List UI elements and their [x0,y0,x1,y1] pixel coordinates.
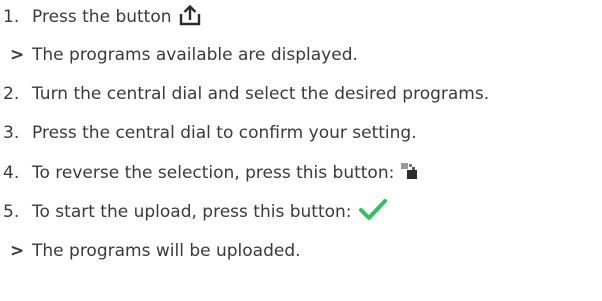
result-2: > The programs will be uploaded. [0,236,301,266]
result-marker: > [10,241,25,261]
step-5: 5. To start the upload, press this butto… [0,197,388,227]
upload-icon [178,4,202,31]
reverse-selection-icon [400,161,420,186]
step-text: Press the button [32,7,172,27]
step-number: 4. [3,163,20,183]
result-text: The programs available are displayed. [32,45,358,65]
result-text: The programs will be uploaded. [32,241,301,261]
step-text: Press the central dial to confirm your s… [32,123,417,143]
step-text: To reverse the selection, press this but… [32,163,395,183]
step-text: Turn the central dial and select the des… [32,84,490,104]
step-2: 2. Turn the central dial and select the … [0,79,489,109]
result-marker: > [10,45,25,65]
step-number: 3. [3,123,20,143]
result-1: > The programs available are displayed. [0,40,358,70]
step-text: To start the upload, press this button: [32,202,352,222]
step-number: 1. [3,7,20,27]
checkmark-icon [358,198,388,227]
step-4: 4. To reverse the selection, press this … [0,158,420,188]
step-1: 1. Press the button [0,2,202,32]
step-3: 3. Press the central dial to confirm you… [0,118,417,148]
step-number: 5. [3,202,20,222]
instruction-list: 1. Press the button > The programs avail… [0,0,602,301]
step-number: 2. [3,84,20,104]
